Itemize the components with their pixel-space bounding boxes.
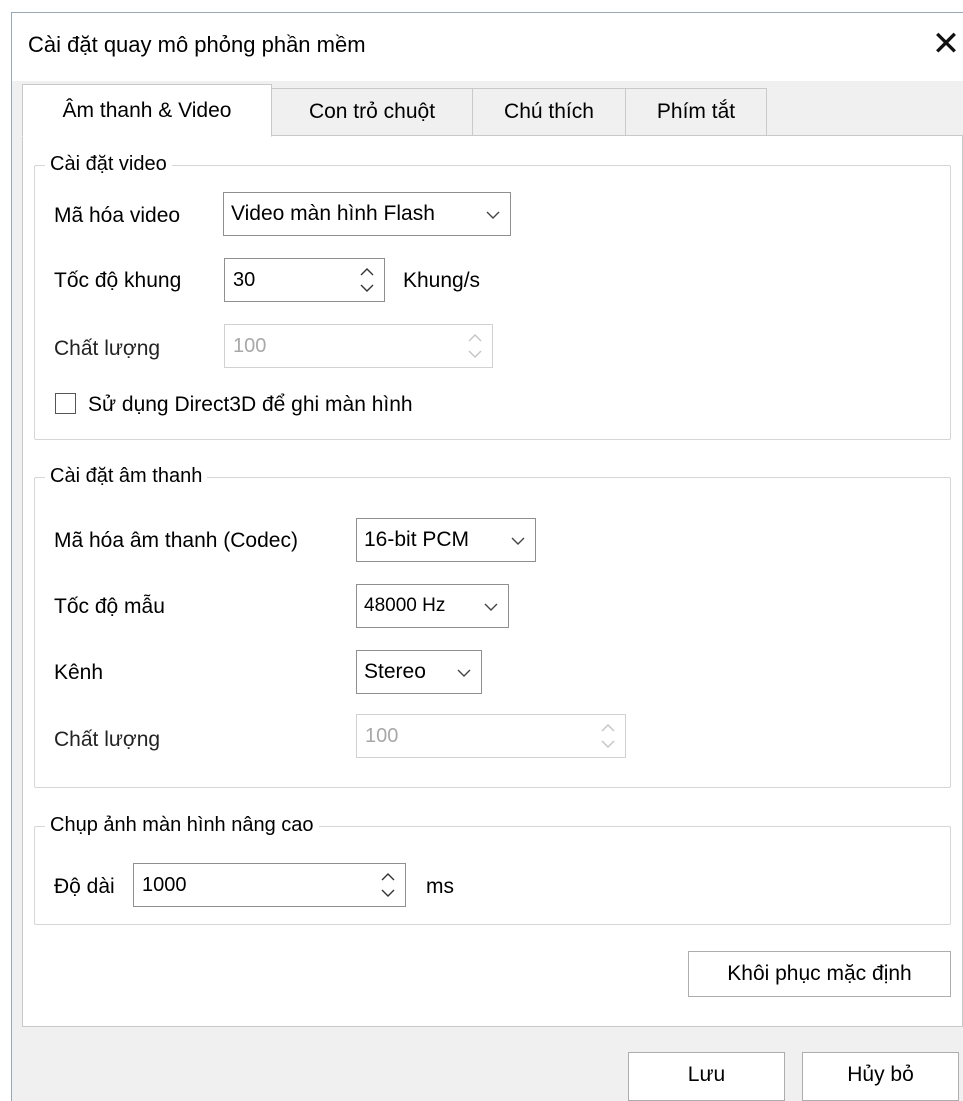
tab-mouse-cursor[interactable]: Con trỏ chuột (271, 88, 473, 136)
duration-value: 1000 (142, 874, 187, 896)
video-settings-legend: Cài đặt video (45, 152, 172, 176)
audio-settings-legend: Cài đặt âm thanh (45, 464, 208, 488)
video-encoding-value: Video màn hình Flash (231, 202, 435, 225)
framerate-unit: Khung/s (403, 269, 481, 292)
channel-label: Kênh (54, 661, 104, 684)
tab-annotations[interactable]: Chú thích (472, 88, 626, 136)
framerate-label: Tốc độ khung (54, 269, 182, 292)
duration-unit: ms (426, 875, 454, 898)
direct3d-checkbox[interactable] (55, 393, 76, 414)
video-quality-spinner: 100 (224, 324, 493, 368)
direct3d-label: Sử dụng Direct3D để ghi màn hình (88, 393, 413, 416)
close-icon[interactable]: ✕ (928, 24, 963, 64)
duration-spinner[interactable]: 1000 (133, 863, 406, 907)
duration-label: Độ dài (54, 875, 115, 898)
video-encoding-label: Mã hóa video (54, 204, 181, 227)
chevron-down-icon (457, 651, 471, 693)
framerate-spinner[interactable]: 30 (224, 258, 385, 302)
audio-quality-label: Chất lượng (54, 728, 161, 751)
channel-select[interactable]: Stereo (356, 650, 482, 694)
restore-defaults-button[interactable]: Khôi phục mặc định (688, 951, 951, 997)
tab-hotkeys[interactable]: Phím tắt (625, 88, 767, 136)
audio-quality-value: 100 (365, 725, 399, 747)
chevron-down-icon (486, 193, 500, 235)
video-quality-label: Chất lượng (54, 337, 161, 360)
framerate-value: 30 (233, 269, 256, 291)
advanced-capture-legend: Chụp ảnh màn hình nâng cao (45, 813, 319, 837)
spin-arrows-icon (466, 330, 484, 362)
sample-rate-select[interactable]: 48000 Hz (356, 584, 509, 628)
cancel-button[interactable]: Hủy bỏ (802, 1052, 959, 1101)
chevron-down-icon (484, 585, 498, 627)
sample-rate-value: 48000 Hz (364, 595, 446, 616)
video-encoding-select[interactable]: Video màn hình Flash (223, 192, 511, 236)
spin-arrows-icon[interactable] (379, 869, 397, 901)
audio-codec-label: Mã hóa âm thanh (Codec) (54, 529, 298, 552)
spin-arrows-icon[interactable] (358, 264, 376, 296)
chevron-down-icon (511, 519, 525, 561)
save-button[interactable]: Lưu (628, 1052, 785, 1101)
dialog-title: Cài đặt quay mô phỏng phần mềm (28, 32, 366, 57)
spin-arrows-icon (599, 720, 617, 752)
tab-audio-video[interactable]: Âm thanh & Video (22, 84, 272, 137)
audio-codec-value: 16-bit PCM (364, 528, 470, 551)
video-quality-value: 100 (233, 335, 267, 357)
audio-codec-select[interactable]: 16-bit PCM (356, 518, 536, 562)
audio-quality-spinner: 100 (356, 714, 626, 758)
sample-rate-label: Tốc độ mẫu (54, 595, 165, 618)
channel-value: Stereo (364, 660, 426, 683)
